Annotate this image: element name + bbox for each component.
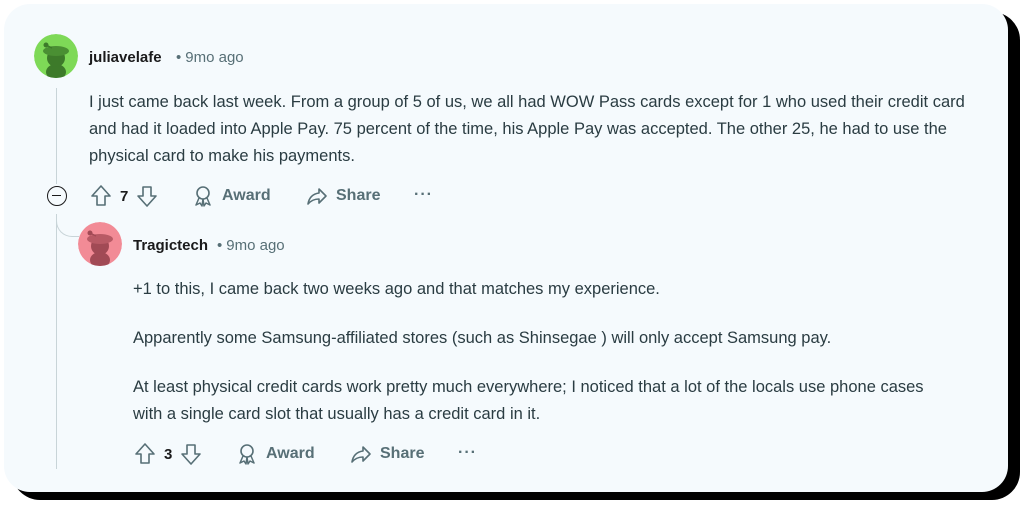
more-options-button[interactable]: ··· xyxy=(458,444,477,462)
avatar[interactable] xyxy=(34,34,78,78)
vote-count: 3 xyxy=(164,445,173,463)
vote-controls: 7 xyxy=(90,184,158,208)
snoo-avatar-icon xyxy=(78,222,122,266)
award-label: Award xyxy=(222,187,271,204)
award-button[interactable]: Award xyxy=(192,185,271,207)
thread-line xyxy=(56,214,57,469)
award-label: Award xyxy=(266,445,315,462)
comment-paragraph: +1 to this, I came back two weeks ago an… xyxy=(133,280,660,298)
reply-connector xyxy=(56,214,79,237)
username[interactable]: juliavelafe xyxy=(89,49,162,66)
comment-paragraph: Apparently some Samsung-affiliated store… xyxy=(133,329,832,347)
comment-thread-card: juliavelafe • 9mo ago I just came back la… xyxy=(4,4,1008,492)
timestamp[interactable]: 9mo ago xyxy=(226,237,284,254)
share-button[interactable]: Share xyxy=(350,443,424,465)
share-icon xyxy=(351,446,371,463)
downvote-icon[interactable] xyxy=(136,184,158,208)
award-button[interactable]: Award xyxy=(236,443,315,465)
vote-count: 7 xyxy=(120,187,129,205)
comment-meta: • 9mo ago xyxy=(215,237,285,254)
comment-body: I just came back last week. From a group… xyxy=(89,93,965,165)
vote-controls: 3 xyxy=(134,442,202,466)
comment-meta: • 9mo ago xyxy=(174,49,244,66)
comment-paragraph: At least physical credit cards work pret… xyxy=(133,378,924,423)
upvote-icon[interactable] xyxy=(134,442,156,466)
snoo-avatar-icon xyxy=(34,34,78,78)
downvote-icon[interactable] xyxy=(180,442,202,466)
upvote-icon[interactable] xyxy=(90,184,112,208)
meta-separator: • xyxy=(176,49,182,66)
share-label: Share xyxy=(336,187,381,204)
share-icon xyxy=(307,188,327,205)
meta-separator: • xyxy=(217,237,223,254)
avatar[interactable] xyxy=(78,222,122,266)
timestamp[interactable]: 9mo ago xyxy=(185,49,243,66)
thread-line xyxy=(56,88,57,184)
more-options-button[interactable]: ··· xyxy=(414,186,433,204)
award-icon xyxy=(195,186,211,207)
username[interactable]: Tragictech xyxy=(133,237,208,254)
share-label: Share xyxy=(380,445,425,462)
collapse-thread-button[interactable] xyxy=(47,186,67,206)
share-button[interactable]: Share xyxy=(306,185,380,207)
award-icon xyxy=(239,444,255,465)
